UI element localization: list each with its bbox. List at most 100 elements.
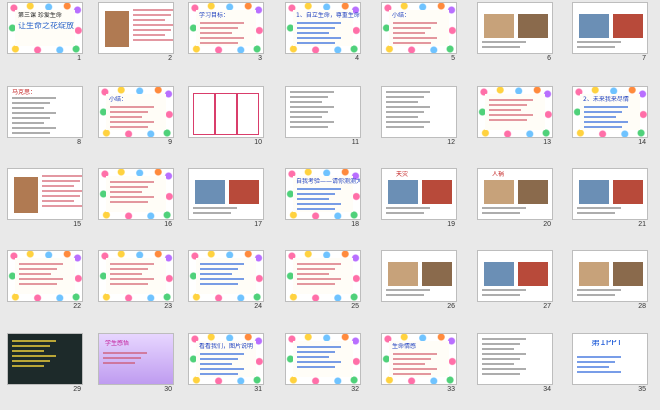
text-line bbox=[297, 198, 329, 200]
text-line bbox=[133, 19, 165, 21]
text-line bbox=[297, 346, 341, 348]
slide-thumbnail[interactable]: 第1PPT 35 bbox=[572, 333, 648, 397]
text-line bbox=[577, 207, 621, 209]
text-line bbox=[290, 96, 328, 98]
slide-preview bbox=[188, 250, 264, 302]
slide-thumbnail[interactable]: 12 bbox=[381, 86, 457, 150]
text-line bbox=[290, 116, 322, 118]
slide-thumbnail[interactable]: 28 bbox=[572, 250, 648, 314]
slide-preview bbox=[98, 168, 174, 220]
text-line bbox=[42, 190, 82, 192]
slide-number: 3 bbox=[258, 55, 262, 62]
slide-thumbnail[interactable]: 15 bbox=[7, 168, 83, 232]
text-line bbox=[584, 116, 616, 118]
slide-number: 29 bbox=[73, 386, 81, 393]
slide-thumbnail[interactable]: 16 bbox=[98, 168, 174, 232]
slide-thumbnail[interactable]: 生命情感 33 bbox=[381, 333, 457, 397]
caption-area bbox=[189, 205, 263, 219]
slide-thumbnail[interactable]: 小结： 9 bbox=[98, 86, 174, 150]
text-line bbox=[110, 116, 142, 118]
slide-thumbnail[interactable]: 6 bbox=[477, 2, 553, 66]
slide-thumbnail[interactable]: 23 bbox=[98, 250, 174, 314]
text-line bbox=[577, 361, 615, 363]
slide-thumbnail[interactable]: 11 bbox=[285, 86, 361, 150]
slide-thumbnail[interactable]: 马克思： 8 bbox=[7, 86, 83, 150]
text-line bbox=[12, 365, 44, 367]
slide-number: 15 bbox=[73, 221, 81, 228]
slide-thumbnail[interactable]: 26 bbox=[381, 250, 457, 314]
text-line bbox=[133, 24, 173, 26]
text-line bbox=[584, 111, 622, 113]
slide-body: 小结： bbox=[106, 94, 166, 130]
slide-thumbnail[interactable]: 27 bbox=[477, 250, 553, 314]
slide-preview bbox=[477, 333, 553, 385]
text-line bbox=[200, 42, 238, 44]
text-line bbox=[290, 106, 334, 108]
caption-area bbox=[573, 39, 647, 53]
text-line bbox=[482, 46, 520, 48]
slide-thumbnail[interactable]: 看看我们，图片说明 31 bbox=[188, 333, 264, 397]
slide-title: 生命情感 bbox=[392, 343, 417, 350]
slide-thumbnail[interactable]: 21 bbox=[572, 168, 648, 232]
slide-body bbox=[485, 94, 545, 130]
slide-thumbnail[interactable]: 让生命之花绽放 第三课 珍爱生命 1 bbox=[7, 2, 83, 66]
slide-thumbnail[interactable]: 2、未来我来尽情 14 bbox=[572, 86, 648, 150]
slide-preview bbox=[7, 168, 83, 220]
logo-text: 第1PPT bbox=[591, 340, 623, 347]
text-line bbox=[577, 289, 621, 291]
slide-thumbnail[interactable]: 天灾 19 bbox=[381, 168, 457, 232]
text-line bbox=[577, 366, 609, 368]
text-line bbox=[577, 212, 615, 214]
text-line bbox=[393, 37, 437, 39]
text-line bbox=[297, 193, 335, 195]
text-line bbox=[42, 205, 82, 207]
slide-preview bbox=[188, 86, 264, 138]
slide-thumbnail[interactable]: 小结： 5 bbox=[381, 2, 457, 66]
text-line bbox=[393, 353, 437, 355]
text-line bbox=[386, 96, 424, 98]
slide-thumbnail[interactable]: 2 bbox=[98, 2, 174, 66]
text-line bbox=[133, 34, 165, 36]
slide-preview bbox=[572, 2, 648, 54]
text-line bbox=[386, 207, 430, 209]
slide-thumbnail[interactable]: 13 bbox=[477, 86, 553, 150]
slide-thumbnail[interactable]: 人祸 20 bbox=[477, 168, 553, 232]
slide-thumbnail[interactable]: 学习目标： 3 bbox=[188, 2, 264, 66]
slide-thumbnail[interactable]: 10 bbox=[188, 86, 264, 150]
slide-thumbnail[interactable]: 29 bbox=[7, 333, 83, 397]
slide-body bbox=[15, 258, 75, 294]
text-line bbox=[200, 283, 238, 285]
slide-thumbnail[interactable]: 自我考验——请你测测大班级 18 bbox=[285, 168, 361, 232]
slide-body bbox=[106, 258, 166, 294]
slide-photo bbox=[613, 262, 643, 286]
text-line bbox=[133, 39, 173, 41]
slide-thumbnail[interactable]: 22 bbox=[7, 250, 83, 314]
text-line bbox=[297, 263, 341, 265]
slide-thumbnail[interactable]: 32 bbox=[285, 333, 361, 397]
slide-thumbnail[interactable]: 34 bbox=[477, 333, 553, 397]
slide-number: 34 bbox=[543, 386, 551, 393]
slide-preview: 学生感悟 bbox=[98, 333, 174, 385]
slide-number: 9 bbox=[168, 139, 172, 146]
slide-number: 22 bbox=[73, 303, 81, 310]
slide-number: 21 bbox=[638, 221, 646, 228]
slide-body: 2、未来我来尽情 bbox=[580, 94, 640, 130]
slide-thumbnail[interactable]: 7 bbox=[572, 2, 648, 66]
slide-thumbnail[interactable]: 1、自立生命，尊重生命 4 bbox=[285, 2, 361, 66]
slide-thumbnail[interactable]: 25 bbox=[285, 250, 361, 314]
text-line bbox=[297, 22, 341, 24]
slide-thumbnail[interactable]: 17 bbox=[188, 168, 264, 232]
text-line bbox=[386, 91, 430, 93]
caption-area bbox=[478, 39, 552, 53]
text-line bbox=[12, 132, 50, 134]
slide-number: 27 bbox=[543, 303, 551, 310]
text-line bbox=[386, 106, 430, 108]
text-line bbox=[12, 102, 50, 104]
slide-photo bbox=[388, 262, 418, 286]
caption-area bbox=[382, 287, 456, 301]
text-line bbox=[42, 200, 74, 202]
slide-thumbnail[interactable]: 学生感悟 30 bbox=[98, 333, 174, 397]
slide-photo bbox=[518, 262, 548, 286]
slide-thumbnail[interactable]: 24 bbox=[188, 250, 264, 314]
text-line bbox=[200, 278, 244, 280]
